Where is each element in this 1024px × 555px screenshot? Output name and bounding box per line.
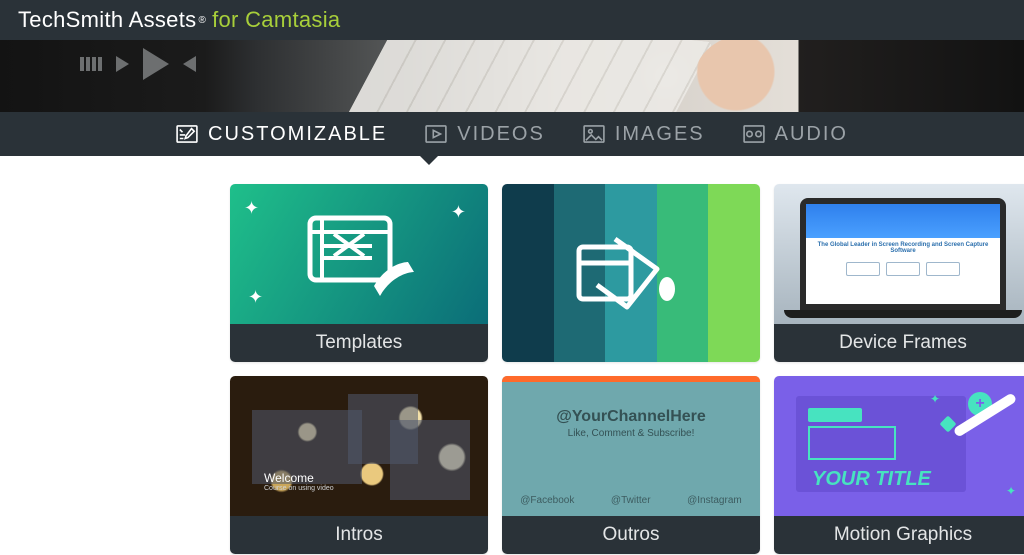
- paint-bucket-icon: [502, 184, 760, 362]
- asset-gallery: ✦ ✦ ✦ Templates Themes The Global Leader…: [0, 156, 1024, 554]
- brand-secondary: for Camtasia: [212, 7, 340, 33]
- tab-customizable[interactable]: CUSTOMIZABLE: [176, 123, 387, 146]
- video-icon: [425, 125, 447, 143]
- category-tabs: CUSTOMIZABLE VIDEOS IMAGES AUDIO: [0, 112, 1024, 156]
- tab-audio[interactable]: AUDIO: [743, 123, 848, 146]
- page-header: TechSmith Assets ® for Camtasia: [0, 0, 1024, 40]
- card-themes[interactable]: Themes: [502, 184, 760, 362]
- card-motion-graphics[interactable]: YOUR TITLE + ✦ ✦ Motion Graphics: [774, 376, 1024, 554]
- next-small-icon: [183, 56, 196, 72]
- outro-link: @Facebook: [520, 495, 574, 506]
- tab-images[interactable]: IMAGES: [583, 123, 705, 146]
- card-label: Templates: [230, 324, 488, 362]
- card-label: Outros: [502, 516, 760, 554]
- outro-link: @Instagram: [687, 495, 742, 506]
- intro-tile: [390, 420, 470, 500]
- tab-label: CUSTOMIZABLE: [208, 123, 387, 146]
- hero-banner: [0, 40, 1024, 112]
- laptop-base: [784, 310, 1022, 318]
- image-icon: [583, 125, 605, 143]
- card-device-frames[interactable]: The Global Leader in Screen Recording an…: [774, 184, 1024, 362]
- tab-label: VIDEOS: [457, 123, 545, 146]
- hand-photo: [694, 40, 804, 112]
- outro-handle: @YourChannelHere: [502, 408, 760, 426]
- outro-sub: Like, Comment & Subscribe!: [502, 428, 760, 439]
- sparkle-icon: ✦: [930, 392, 940, 406]
- sparkle-icon: ✦: [1006, 484, 1016, 498]
- thumb-intros: Welcome Course on using video: [230, 376, 488, 516]
- registered-mark: ®: [198, 15, 206, 26]
- card-intros[interactable]: Welcome Course on using video Intros: [230, 376, 488, 554]
- card-templates[interactable]: ✦ ✦ ✦ Templates: [230, 184, 488, 362]
- active-tab-arrow: [420, 156, 438, 165]
- keyboard-photo: [345, 40, 713, 112]
- intro-title: Welcome: [264, 471, 314, 485]
- outro-link: @Twitter: [611, 495, 651, 506]
- thumb-device-frames: The Global Leader in Screen Recording an…: [774, 184, 1024, 324]
- thumb-templates: ✦ ✦ ✦: [230, 184, 488, 324]
- card-label: Motion Graphics: [774, 516, 1024, 554]
- equalizer-icon: [80, 57, 102, 71]
- outro-social-row: @Facebook @Twitter @Instagram: [502, 495, 760, 506]
- thumb-motion-graphics: YOUR TITLE + ✦ ✦: [774, 376, 1024, 516]
- laptop-mockup: The Global Leader in Screen Recording an…: [800, 198, 1006, 310]
- customizable-icon: [176, 125, 198, 143]
- tab-label: IMAGES: [615, 123, 705, 146]
- tab-videos[interactable]: VIDEOS: [425, 123, 545, 146]
- device-pill: [926, 262, 960, 276]
- play-icon: [143, 48, 169, 80]
- thumb-themes: [502, 184, 760, 362]
- motion-accent: [808, 408, 862, 422]
- tab-label: AUDIO: [775, 123, 848, 146]
- audio-icon: [743, 125, 765, 143]
- template-icon: [230, 184, 488, 324]
- device-pill: [846, 262, 880, 276]
- brand-primary: TechSmith Assets: [18, 7, 196, 33]
- hero-media-controls: [80, 48, 196, 80]
- intro-sub: Course on using video: [264, 485, 334, 492]
- card-label: Intros: [230, 516, 488, 554]
- card-outros[interactable]: @YourChannelHere Like, Comment & Subscri…: [502, 376, 760, 554]
- play-small-icon: [116, 56, 129, 72]
- intro-caption: Welcome Course on using video: [264, 471, 334, 492]
- thumb-outros: @YourChannelHere Like, Comment & Subscri…: [502, 376, 760, 516]
- device-pill: [886, 262, 920, 276]
- device-headline: The Global Leader in Screen Recording an…: [806, 238, 1000, 258]
- motion-title: YOUR TITLE: [812, 468, 931, 491]
- card-label: Device Frames: [774, 324, 1024, 362]
- motion-accent: [808, 426, 896, 460]
